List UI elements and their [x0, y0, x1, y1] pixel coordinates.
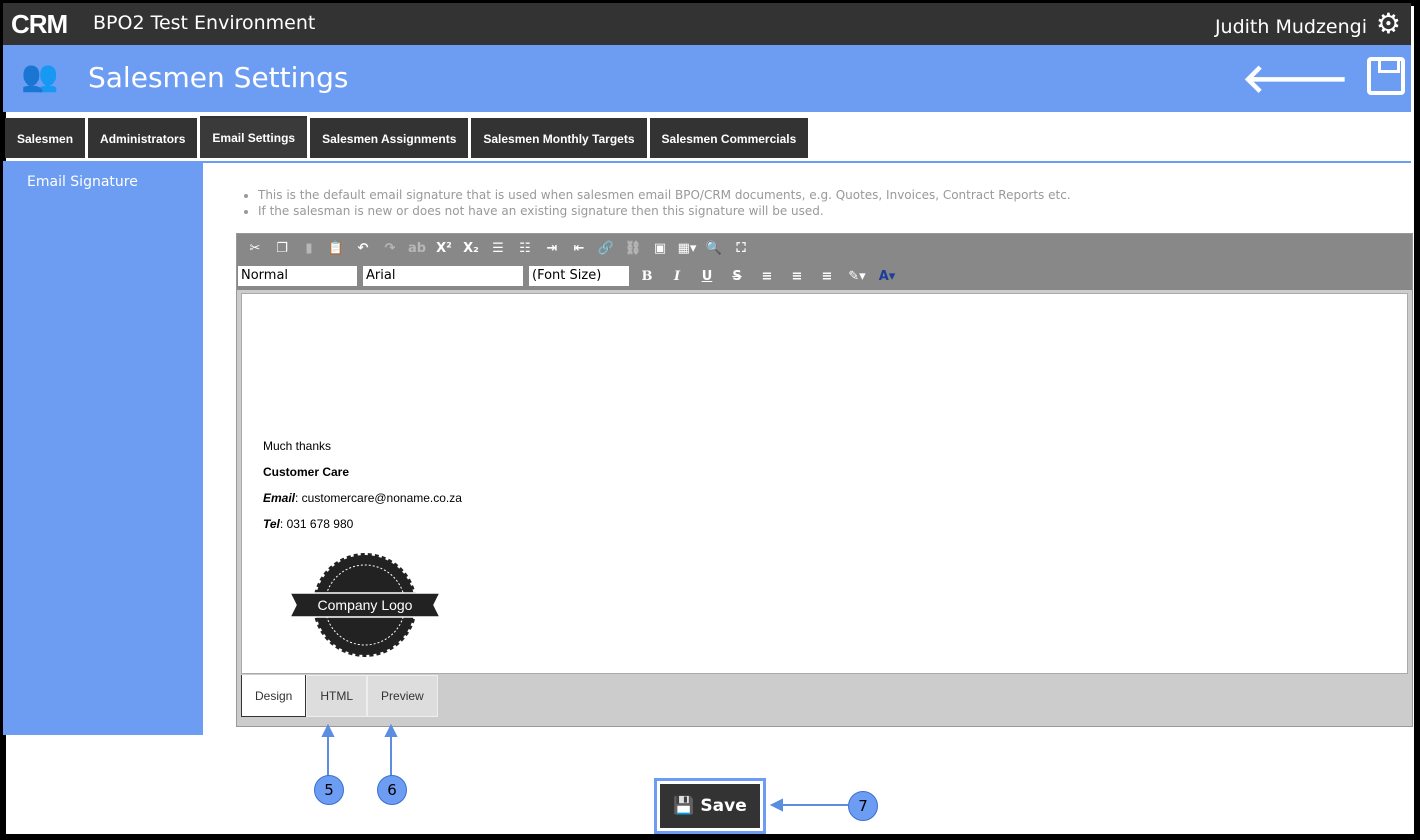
save-label: Save [700, 796, 747, 816]
annotation-marker: 6 [377, 775, 407, 805]
annotation-marker: 5 [314, 775, 344, 805]
save-button[interactable]: 💾 Save [660, 784, 760, 828]
floppy-disk-icon: 💾 [673, 796, 695, 816]
annotation-arrows [321, 723, 848, 812]
save-button-highlight: 💾 Save [654, 778, 766, 834]
annotation-marker: 7 [848, 791, 878, 821]
